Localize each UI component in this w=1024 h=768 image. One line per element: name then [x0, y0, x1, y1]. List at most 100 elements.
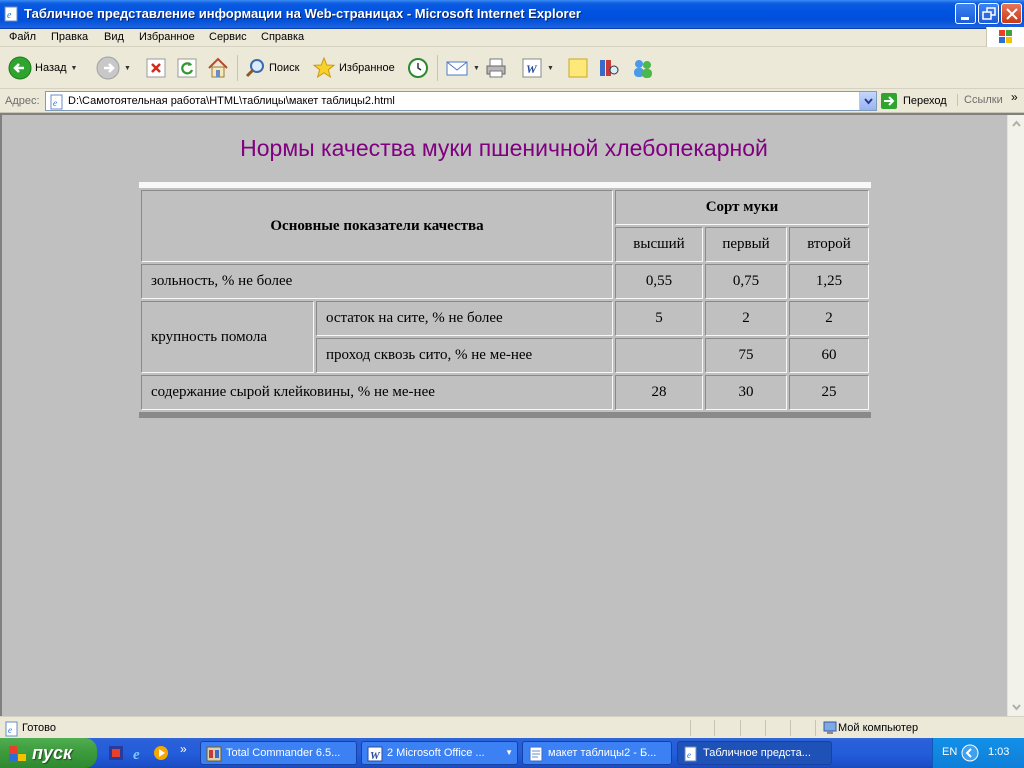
stop-icon: [146, 58, 166, 78]
taskbar-item-label: 2 Microsoft Office ...: [387, 747, 485, 759]
go-button[interactable]: Переход: [880, 92, 947, 110]
go-label: Переход: [903, 95, 947, 107]
edit-dropdown-icon[interactable]: ▼: [547, 65, 554, 72]
ie-page-icon: e: [684, 746, 697, 762]
messenger-icon: [634, 60, 652, 78]
taskbar-item-office[interactable]: W 2 Microsoft Office ... ▼: [361, 741, 518, 765]
value-cell: 5: [615, 301, 703, 336]
quality-norms-table: Основные показатели качества Сорт муки в…: [139, 188, 871, 412]
menu-edit[interactable]: Правка: [51, 31, 88, 43]
ie-page-icon: e: [50, 94, 63, 110]
address-dropdown-icon[interactable]: [859, 92, 876, 110]
menu-tools[interactable]: Сервис: [209, 31, 247, 43]
menu-favorites[interactable]: Избранное: [139, 31, 195, 43]
table-row: содержание сырой клейковины, % не ме-нее…: [141, 375, 869, 410]
mail-dropdown-icon[interactable]: ▼: [473, 65, 480, 72]
status-bar: e Готово Мой компьютер: [0, 716, 1024, 738]
group-dropdown-icon: ▼: [505, 748, 513, 757]
note-icon: [568, 58, 588, 78]
table-row: зольность, % не более 0,55 0,75 1,25: [141, 264, 869, 299]
row-group-cell: крупность помола: [141, 301, 314, 373]
search-label: Поиск: [269, 62, 300, 74]
scroll-up-button[interactable]: [1009, 116, 1024, 133]
close-button[interactable]: [1001, 3, 1022, 24]
address-url: D:\Самотоятельная работа\HTML\таблицы\ма…: [68, 95, 395, 107]
menu-view[interactable]: Вид: [104, 31, 124, 43]
taskbar-item-ie[interactable]: e Табличное предста...: [677, 741, 832, 765]
page-title: Нормы качества муки пшеничной хлебопекар…: [240, 135, 768, 161]
taskbar: пуск e » Total Commander 6.5... W 2 Micr…: [0, 738, 1024, 768]
back-button[interactable]: Назад ▼: [8, 55, 77, 81]
go-arrow-icon: [881, 93, 897, 109]
taskbar-item-label: Total Commander 6.5...: [226, 747, 341, 759]
row-label-cell: остаток на сите, % не более: [316, 301, 613, 336]
chevron-right-icon[interactable]: »: [1011, 90, 1018, 104]
messenger-button[interactable]: [630, 55, 656, 81]
restore-button[interactable]: [978, 3, 999, 24]
scroll-down-button[interactable]: [1009, 698, 1024, 715]
grade-header-cell: первый: [705, 227, 787, 262]
quicklaunch-media-player-icon[interactable]: [153, 745, 169, 761]
page-content: Нормы качества муки пшеничной хлебопекар…: [0, 113, 1024, 716]
edit-button[interactable]: W ▼: [521, 55, 554, 81]
address-input[interactable]: e D:\Самотоятельная работа\HTML\таблицы\…: [45, 91, 877, 111]
start-label: пуск: [32, 743, 73, 763]
discuss-button[interactable]: [566, 55, 590, 81]
table-row: крупность помола остаток на сите, % не б…: [141, 301, 869, 373]
standard-toolbar: Назад ▼ ▼ Поиск Избранное ▼ W ▼: [0, 47, 1024, 89]
start-button[interactable]: пуск: [0, 738, 97, 768]
research-button[interactable]: [597, 55, 621, 81]
minimize-button[interactable]: [955, 3, 976, 24]
quality-table-frame: Основные показатели качества Сорт муки в…: [139, 182, 871, 418]
taskbar-item-notepad[interactable]: макет таблицы2 - Б...: [522, 741, 672, 765]
status-text: Готово: [22, 722, 56, 734]
home-icon: [208, 57, 228, 78]
window-titlebar[interactable]: e Табличное представление информации на …: [0, 0, 1024, 29]
forward-dropdown-icon[interactable]: ▼: [124, 65, 131, 72]
history-button[interactable]: [406, 55, 430, 81]
favorites-label: Избранное: [339, 62, 395, 74]
windows-logo-icon: [986, 27, 1024, 48]
search-button[interactable]: Поиск: [244, 55, 299, 81]
research-books-icon: [600, 60, 619, 76]
quicklaunch-more-icon[interactable]: »: [180, 742, 187, 756]
back-dropdown-icon[interactable]: ▼: [71, 65, 78, 72]
svg-text:e: e: [8, 725, 12, 735]
taskbar-item-total-commander[interactable]: Total Commander 6.5...: [200, 741, 357, 765]
refresh-icon: [177, 58, 197, 78]
svg-text:W: W: [526, 62, 538, 76]
value-cell: 30: [705, 375, 787, 410]
print-button[interactable]: [484, 55, 508, 81]
system-tray: EN 1:03: [932, 738, 1024, 768]
total-commander-icon: [206, 746, 222, 762]
refresh-button[interactable]: [176, 55, 198, 81]
home-button[interactable]: [206, 55, 230, 81]
ie-page-icon: e: [4, 6, 18, 22]
svg-text:e: e: [53, 98, 57, 108]
menu-help[interactable]: Справка: [261, 31, 304, 43]
taskbar-item-label: макет таблицы2 - Б...: [548, 747, 657, 759]
favorites-button[interactable]: Избранное: [312, 55, 395, 81]
value-cell: 60: [789, 338, 869, 373]
menu-file[interactable]: Файл: [9, 31, 36, 43]
language-indicator[interactable]: EN: [942, 746, 957, 758]
back-arrow-icon: [8, 56, 32, 80]
svg-text:e: e: [133, 747, 140, 761]
table-header-row: Основные показатели качества Сорт муки: [141, 190, 869, 262]
stop-button[interactable]: [145, 55, 167, 81]
vertical-scrollbar[interactable]: [1007, 115, 1024, 716]
row-label-cell: содержание сырой клейковины, % не ме-нее: [141, 375, 613, 410]
value-cell: 28: [615, 375, 703, 410]
chevron-up-icon: [1012, 120, 1021, 127]
window-title: Табличное представление информации на We…: [24, 6, 581, 21]
address-label: Адрес:: [5, 95, 40, 107]
notepad-icon: [529, 746, 543, 762]
links-label[interactable]: Ссылки: [957, 94, 1003, 106]
quicklaunch-app-icon[interactable]: [108, 745, 124, 761]
my-computer-icon: [823, 721, 837, 734]
quicklaunch-ie-icon[interactable]: e: [131, 745, 147, 761]
mail-button[interactable]: ▼: [445, 55, 480, 81]
forward-button[interactable]: ▼: [96, 55, 131, 81]
show-hidden-icons-icon[interactable]: [961, 744, 979, 762]
grade-header-cell: высший: [615, 227, 703, 262]
